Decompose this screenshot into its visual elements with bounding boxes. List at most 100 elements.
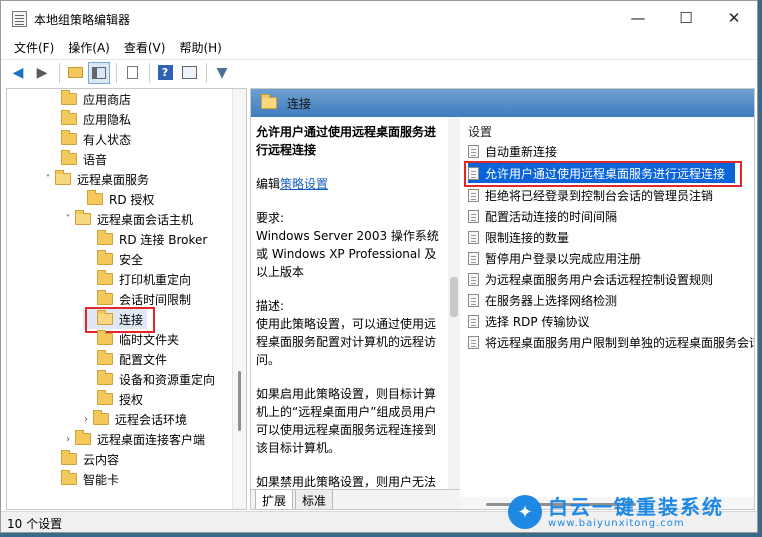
list-item[interactable]: 配置活动连接的时间间隔 [468,206,617,226]
edit-policy-link[interactable]: 策略设置 [280,177,328,191]
view-tabs: 扩展 标准 [251,489,460,509]
detail-header: 连接 [251,89,754,117]
tree-item-cloud-content[interactable]: 云内容 [47,449,119,469]
tree-item-printer-redirection[interactable]: 打印机重定向 [83,269,191,289]
policy-setting-icon [468,335,479,349]
watermark-name: 白云一键重装系统 [548,494,724,519]
chevron-down-icon[interactable]: ˅ [61,214,75,225]
watermark: ✦ 白云一键重装系统 www.baiyunxitong.com [508,491,758,533]
up-folder-icon[interactable] [64,62,86,84]
list-item[interactable]: 在服务器上选择网络检测 [468,290,617,310]
policy-setting-icon [468,314,479,328]
tree-item-remote-desktop-services[interactable]: ˅ 远程桌面服务 [41,169,149,189]
detail-pane: 连接 允许用户通过使用远程桌面服务进行远程连接 编辑策略设置 要求: Window… [250,88,755,510]
tree-item-security[interactable]: 安全 [83,249,143,269]
description-scrollbar[interactable] [448,117,460,489]
folder-icon [61,130,77,145]
description-text: 使用此策略设置，可以通过使用远程桌面服务配置对计算机的远程访问。 [256,317,437,367]
folder-icon [75,430,91,445]
tree-item-rd-connection-client[interactable]: › 远程桌面连接客户端 [61,429,205,449]
description-scrollbar-thumb[interactable] [450,277,458,317]
folder-icon [61,110,77,125]
tree-pane: 应用商店 应用隐私 有人状态 语音 ˅ 远程桌面服务 RD 授权 ˅ 远程桌面会话主… [6,88,247,510]
folder-icon [61,90,77,105]
show-hide-tree-icon[interactable] [88,61,110,84]
properties-icon[interactable] [178,62,200,84]
requirements-text: Windows Server 2003 操作系统或 Windows XP Pro… [256,229,439,279]
menu-action[interactable]: 操作(A) [61,36,117,58]
tree-item-speech[interactable]: 语音 [47,149,107,169]
menu-view[interactable]: 查看(V) [117,36,173,58]
tree-item-device-redirection[interactable]: 设备和资源重定向 [83,369,215,389]
list-item[interactable]: 选择 RDP 传输协议 [468,311,589,331]
tab-extended[interactable]: 扩展 [255,490,294,509]
maximize-button[interactable]: ☐ [663,5,709,31]
tree-item-rd-connection-broker[interactable]: RD 连接 Broker [83,229,207,249]
list-item[interactable]: 自动重新连接 [468,141,557,161]
detail-header-title: 连接 [287,96,312,111]
description-label: 描述: [256,299,285,313]
tree-item-licensing[interactable]: 授权 [83,389,143,409]
list-item[interactable]: 将远程桌面服务用户限制到单独的远程桌面服务会话 [468,332,754,352]
folder-icon [97,270,113,285]
folder-icon [93,410,109,425]
policy-setting-icon [468,251,479,265]
list-item[interactable]: 为远程桌面服务用户会话远程控制设置规则 [468,269,713,289]
tree-item-app-store[interactable]: 应用商店 [47,89,131,109]
policy-description: 允许用户通过使用远程桌面服务进行远程连接 编辑策略设置 要求: Windows S… [251,117,448,489]
policy-setting-icon [468,230,479,244]
chevron-right-icon[interactable]: › [79,414,93,425]
menu-file[interactable]: 文件(F) [7,36,61,58]
folder-icon [87,190,103,205]
policy-setting-icon [468,293,479,307]
folder-icon [97,370,113,385]
toolbar: ◀ ▶ ? ▼ [1,59,757,85]
tab-standard[interactable]: 标准 [295,490,334,509]
edit-prefix: 编辑 [256,177,281,191]
toolbar-separator [206,62,207,83]
requirements-label: 要求: [256,211,285,225]
tree-item-temp-folders[interactable]: 临时文件夹 [83,329,179,349]
export-list-icon[interactable] [121,62,143,84]
back-arrow-icon[interactable]: ◀ [7,62,29,84]
forward-arrow-icon[interactable]: ▶ [31,62,53,84]
bird-logo-icon: ✦ [508,495,542,529]
list-item[interactable]: 暂停用户登录以完成应用注册 [468,248,641,268]
menu-bar: 文件(F) 操作(A) 查看(V) 帮助(H) [1,36,757,58]
folder-icon [97,230,113,245]
tree-scrollbar-thumb[interactable] [238,371,241,431]
folder-icon [97,390,113,405]
tree-item-smart-card[interactable]: 智能卡 [47,469,119,489]
close-button[interactable]: ✕ [711,5,757,31]
tree-item-session-host[interactable]: ˅ 远程桌面会话主机 [61,209,193,229]
tree-item-rd-licensing[interactable]: RD 授权 [73,189,154,209]
list-item[interactable]: 限制连接的数量 [468,227,569,247]
tree-item-presence[interactable]: 有人状态 [47,129,131,149]
policy-setting-icon [468,272,479,286]
toolbar-separator [149,62,150,83]
filter-icon[interactable]: ▼ [211,62,233,84]
tree-item-app-privacy[interactable]: 应用隐私 [47,109,131,129]
highlight-box-selected-setting [464,161,742,187]
tree-item-remote-session-env[interactable]: › 远程会话环境 [79,409,187,429]
folder-open-icon [55,170,71,185]
policy-setting-icon [468,144,479,158]
settings-column-header[interactable]: 设置 [468,123,492,140]
status-text: 10 个设置 [7,517,63,531]
chevron-right-icon[interactable]: › [61,434,75,445]
folder-icon [97,250,113,265]
menu-help[interactable]: 帮助(H) [172,36,228,58]
help-icon[interactable]: ? [154,62,176,84]
disabled-text: 如果禁用此策略设置，则用户无法使用远程桌面服务远程连接到目标计算机。 [256,475,437,489]
minimize-button[interactable]: — [615,5,661,31]
folder-icon [97,290,113,305]
tree-item-session-time-limits[interactable]: 会话时间限制 [83,289,191,309]
folder-open-icon [75,210,91,225]
tree-item-profiles[interactable]: 配置文件 [83,349,167,369]
settings-list: 设置 自动重新连接 允许用户通过使用远程桌面服务进行远程连接 拒绝将已经登录到控… [460,117,754,509]
policy-setting-icon [468,209,479,223]
tree-scrollbar[interactable] [232,89,246,509]
chevron-down-icon[interactable]: ˅ [41,174,55,185]
list-item[interactable]: 拒绝将已经登录到控制台会话的管理员注销 [468,185,713,205]
folder-icon [97,330,113,345]
